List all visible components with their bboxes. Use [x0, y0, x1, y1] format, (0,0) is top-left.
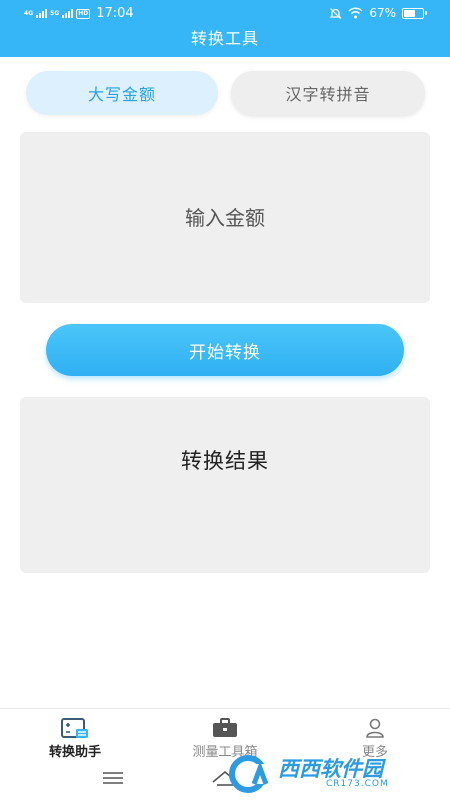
wifi-icon: [348, 7, 363, 19]
amount-input[interactable]: [20, 132, 430, 303]
status-bar: 4G 5G HD 17:04 67%: [0, 0, 450, 28]
network-tag-5g: 5G: [50, 10, 60, 17]
network-tag-4g: 4G: [24, 10, 34, 17]
battery-percent: 67%: [369, 6, 396, 20]
convert-assistant-icon: [61, 718, 88, 738]
battery-icon: [402, 7, 427, 19]
watermark-text-group: 西西软件园 CR173.COM: [278, 759, 389, 789]
mute-icon: [329, 7, 342, 19]
result-text: 转换结果: [181, 449, 269, 473]
amount-input-panel[interactable]: [20, 132, 430, 303]
signal-icon-2: [62, 9, 74, 18]
status-right: 67%: [329, 6, 427, 20]
tab-chinese-to-pinyin[interactable]: 汉字转拼音: [231, 71, 425, 115]
start-convert-button[interactable]: 开始转换: [46, 324, 404, 376]
tab-uppercase-amount[interactable]: 大写金额: [26, 71, 218, 115]
watermark-text: 西西软件园: [278, 757, 383, 781]
battery-fill: [404, 9, 415, 17]
watermark-url: CR173.COM: [326, 779, 389, 789]
nav-label-convert-assistant: 转换助手: [48, 745, 101, 760]
person-icon: [366, 718, 384, 738]
signal-icon: [36, 9, 48, 18]
status-left: 4G 5G HD 17:04: [24, 6, 134, 21]
watermark: 西西软件园 CR173.COM: [228, 752, 428, 796]
status-time: 17:04: [96, 6, 134, 21]
page-title: 转换工具: [190, 29, 259, 48]
result-panel: 转换结果: [20, 397, 430, 573]
app-header: 4G 5G HD 17:04 67% 转换工具: [0, 0, 450, 57]
watermark-logo-icon: [229, 755, 270, 793]
toolbox-icon: [213, 718, 237, 737]
hd-badge: HD: [76, 8, 91, 19]
menu-icon[interactable]: [102, 770, 124, 786]
